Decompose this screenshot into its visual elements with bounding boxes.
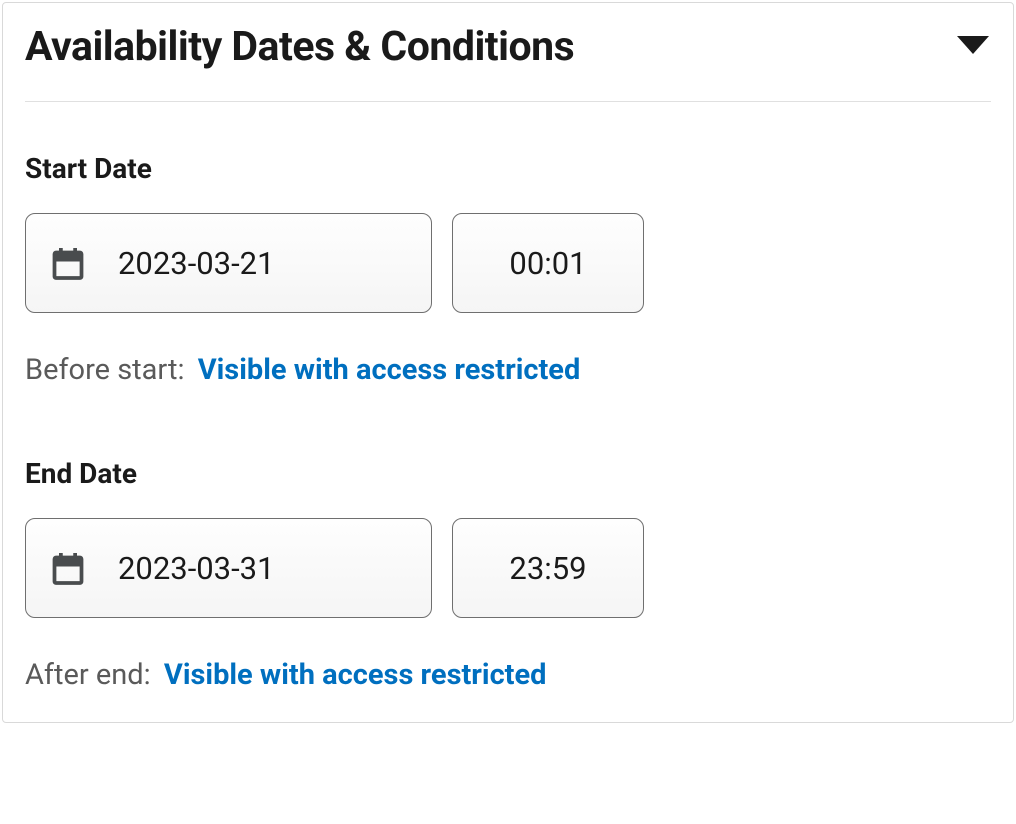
start-date-label: Start Date [25,152,991,185]
before-start-status: Before start: Visible with access restri… [25,353,991,387]
end-date-section: End Date 2023-03-31 23:59 After end: [25,457,991,692]
end-date-value: 2023-03-31 [118,550,275,587]
end-date-label: End Date [25,457,991,490]
after-end-link[interactable]: Visible with access restricted [164,658,547,692]
start-date-value: 2023-03-21 [118,245,275,282]
start-date-input-row: 2023-03-21 00:01 [25,213,991,313]
before-start-label: Before start: [25,353,184,387]
after-end-label: After end: [25,658,151,692]
end-date-input-row: 2023-03-31 23:59 [25,518,991,618]
chevron-down-icon [955,34,991,60]
start-date-input[interactable]: 2023-03-21 [25,213,432,313]
after-end-status: After end: Visible with access restricte… [25,658,991,692]
before-start-link[interactable]: Visible with access restricted [198,353,581,387]
calendar-icon [50,245,86,281]
calendar-icon [50,550,86,586]
start-time-value: 00:01 [509,245,586,282]
panel-header[interactable]: Availability Dates & Conditions [25,23,991,102]
end-date-input[interactable]: 2023-03-31 [25,518,432,618]
start-time-input[interactable]: 00:01 [452,213,644,313]
panel-title: Availability Dates & Conditions [25,23,574,71]
end-time-input[interactable]: 23:59 [452,518,644,618]
end-time-value: 23:59 [509,550,586,587]
start-date-section: Start Date 2023-03-21 00:01 Before start… [25,152,991,387]
availability-panel: Availability Dates & Conditions Start Da… [2,2,1014,723]
